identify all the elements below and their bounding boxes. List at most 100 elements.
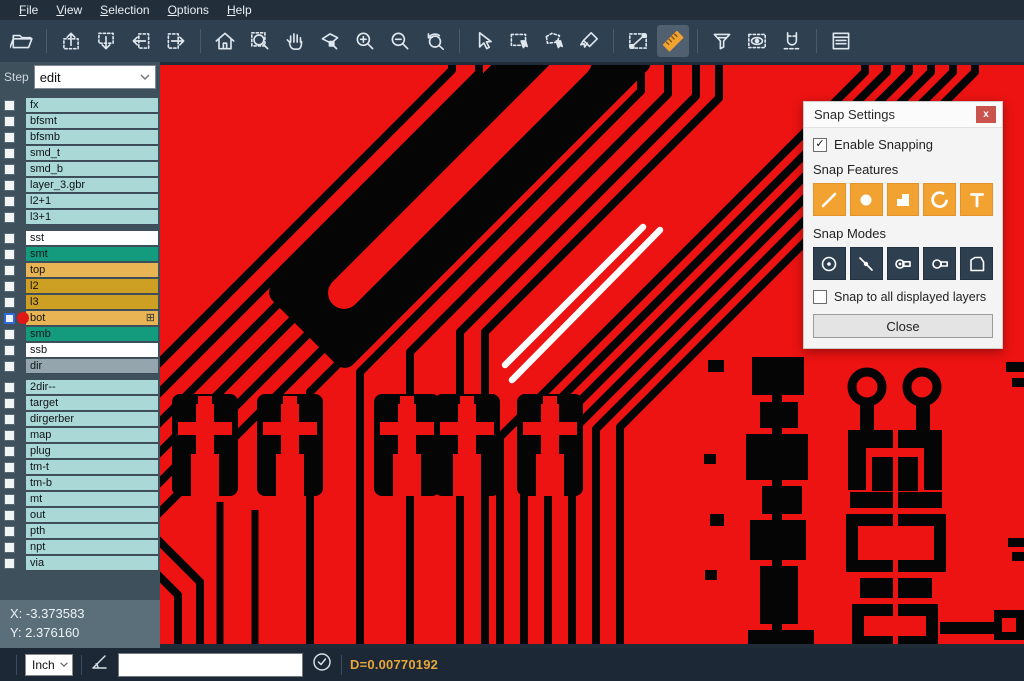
zoom-previous-icon[interactable] (419, 25, 451, 57)
step-dropdown[interactable]: edit (34, 65, 156, 89)
layer-row-smd_t[interactable]: smd_t (0, 145, 160, 161)
layer-row-smd_b[interactable]: smd_b (0, 161, 160, 177)
layer-row-dir[interactable]: dir (0, 358, 160, 374)
nudge-up-icon[interactable] (55, 25, 87, 57)
layer-checkbox[interactable] (4, 249, 15, 260)
measure-input[interactable] (118, 653, 303, 677)
layer-row-via[interactable]: via (0, 555, 160, 571)
open-folder-icon[interactable] (6, 25, 38, 57)
layer-row-npt[interactable]: npt (0, 539, 160, 555)
measure-line-icon[interactable] (622, 25, 654, 57)
layer-row-bfsmb[interactable]: bfsmb (0, 129, 160, 145)
text-snap-button[interactable] (960, 183, 993, 216)
view-options-icon[interactable] (741, 25, 773, 57)
line-snap-button[interactable] (813, 183, 846, 216)
enable-snapping-checkbox[interactable]: ✓ (813, 138, 827, 152)
layer-checkbox[interactable] (4, 398, 15, 409)
layer-checkbox[interactable] (4, 196, 15, 207)
layer-row-bot-selected[interactable]: bot⊞ (0, 310, 160, 326)
dialog-title-bar[interactable]: Snap Settings x (804, 102, 1002, 128)
layer-checkbox[interactable] (4, 297, 15, 308)
dialog-close-button[interactable]: Close (813, 314, 993, 338)
layer-row-l3[interactable]: l3 (0, 294, 160, 310)
apply-measure-icon[interactable] (311, 651, 333, 678)
layer-row-target[interactable]: target (0, 395, 160, 411)
zoom-window-icon[interactable] (244, 25, 276, 57)
dialog-close-icon[interactable]: x (976, 106, 996, 123)
nudge-right-icon[interactable] (160, 25, 192, 57)
layer-checkbox[interactable] (4, 281, 15, 292)
whole-feature-snap-button[interactable] (887, 247, 920, 280)
layer-checkbox[interactable] (4, 430, 15, 441)
units-dropdown[interactable]: Inch (25, 654, 73, 676)
layer-checkbox[interactable] (4, 478, 15, 489)
layer-checkbox[interactable] (4, 148, 15, 159)
layer-row-sst[interactable]: sst (0, 230, 160, 246)
layer-checkbox[interactable] (4, 132, 15, 143)
layer-row-smb[interactable]: smb (0, 326, 160, 342)
layer-checkbox[interactable] (4, 116, 15, 127)
layer-checkbox[interactable] (4, 494, 15, 505)
layer-row-plug[interactable]: plug (0, 443, 160, 459)
layer-row-ssb[interactable]: ssb (0, 342, 160, 358)
pcb-canvas[interactable]: Snap Settings x ✓ Enable Snapping Snap F… (160, 62, 1024, 648)
layer-checkbox[interactable] (4, 382, 15, 393)
layer-row-top[interactable]: top (0, 262, 160, 278)
layer-row-tm-b[interactable]: tm-b (0, 475, 160, 491)
layer-checkbox[interactable] (4, 462, 15, 473)
layer-row-layer_3[interactable]: layer_3.gbr (0, 177, 160, 193)
layer-row-l2plus1[interactable]: l2+1 (0, 193, 160, 209)
layer-row-l3plus1[interactable]: l3+1 (0, 209, 160, 225)
feature-outline-snap-button[interactable] (923, 247, 956, 280)
polygon-select-icon[interactable] (538, 25, 570, 57)
layer-row-out[interactable]: out (0, 507, 160, 523)
filter-icon[interactable] (706, 25, 738, 57)
layer-checkbox[interactable] (4, 446, 15, 457)
layer-checkbox[interactable] (4, 526, 15, 537)
zoom-in-icon[interactable] (349, 25, 381, 57)
rectangle-select-icon[interactable] (503, 25, 535, 57)
menu-file[interactable]: File (10, 1, 47, 19)
layer-checkbox[interactable] (4, 361, 15, 372)
layer-checkbox[interactable] (4, 313, 15, 324)
layer-row-tm-t[interactable]: tm-t (0, 459, 160, 475)
snap-all-layers-row[interactable]: Snap to all displayed layers (813, 290, 993, 304)
layer-row-mt[interactable]: mt (0, 491, 160, 507)
select-cursor-icon[interactable] (468, 25, 500, 57)
layer-checkbox[interactable] (4, 542, 15, 553)
zoom-out-icon[interactable] (384, 25, 416, 57)
layer-checkbox[interactable] (4, 558, 15, 569)
layer-row-bfsmt[interactable]: bfsmt (0, 113, 160, 129)
layer-checkbox[interactable] (4, 100, 15, 111)
nudge-left-icon[interactable] (125, 25, 157, 57)
nudge-down-icon[interactable] (90, 25, 122, 57)
measure-ruler-icon[interactable] (657, 25, 689, 57)
nearest-point-snap-button[interactable] (850, 247, 883, 280)
angle-measure-icon[interactable] (90, 653, 110, 676)
layer-row-pth[interactable]: pth (0, 523, 160, 539)
cleanup-brush-icon[interactable] (573, 25, 605, 57)
enable-snapping-row[interactable]: ✓ Enable Snapping (813, 137, 993, 152)
report-icon[interactable] (825, 25, 857, 57)
pan-hand-icon[interactable] (279, 25, 311, 57)
layer-checkbox[interactable] (4, 180, 15, 191)
zoom-polygon-icon[interactable] (314, 25, 346, 57)
layer-row-fx[interactable]: fx (0, 97, 160, 113)
surface-snap-button[interactable] (887, 183, 920, 216)
layer-row-l2[interactable]: l2 (0, 278, 160, 294)
layer-row-dirgerber[interactable]: dirgerber (0, 411, 160, 427)
arc-snap-button[interactable] (923, 183, 956, 216)
home-view-icon[interactable] (209, 25, 241, 57)
corner-snap-button[interactable] (960, 247, 993, 280)
layer-checkbox[interactable] (4, 164, 15, 175)
snap-all-layers-checkbox[interactable] (813, 290, 827, 304)
layer-row-smt[interactable]: smt (0, 246, 160, 262)
layer-checkbox[interactable] (4, 329, 15, 340)
menu-selection[interactable]: Selection (91, 1, 158, 19)
layer-checkbox[interactable] (4, 265, 15, 276)
layer-row-2dir[interactable]: 2dir-- (0, 379, 160, 395)
pad-snap-button[interactable] (850, 183, 883, 216)
layer-checkbox[interactable] (4, 414, 15, 425)
layer-checkbox[interactable] (4, 510, 15, 521)
layer-row-map[interactable]: map (0, 427, 160, 443)
